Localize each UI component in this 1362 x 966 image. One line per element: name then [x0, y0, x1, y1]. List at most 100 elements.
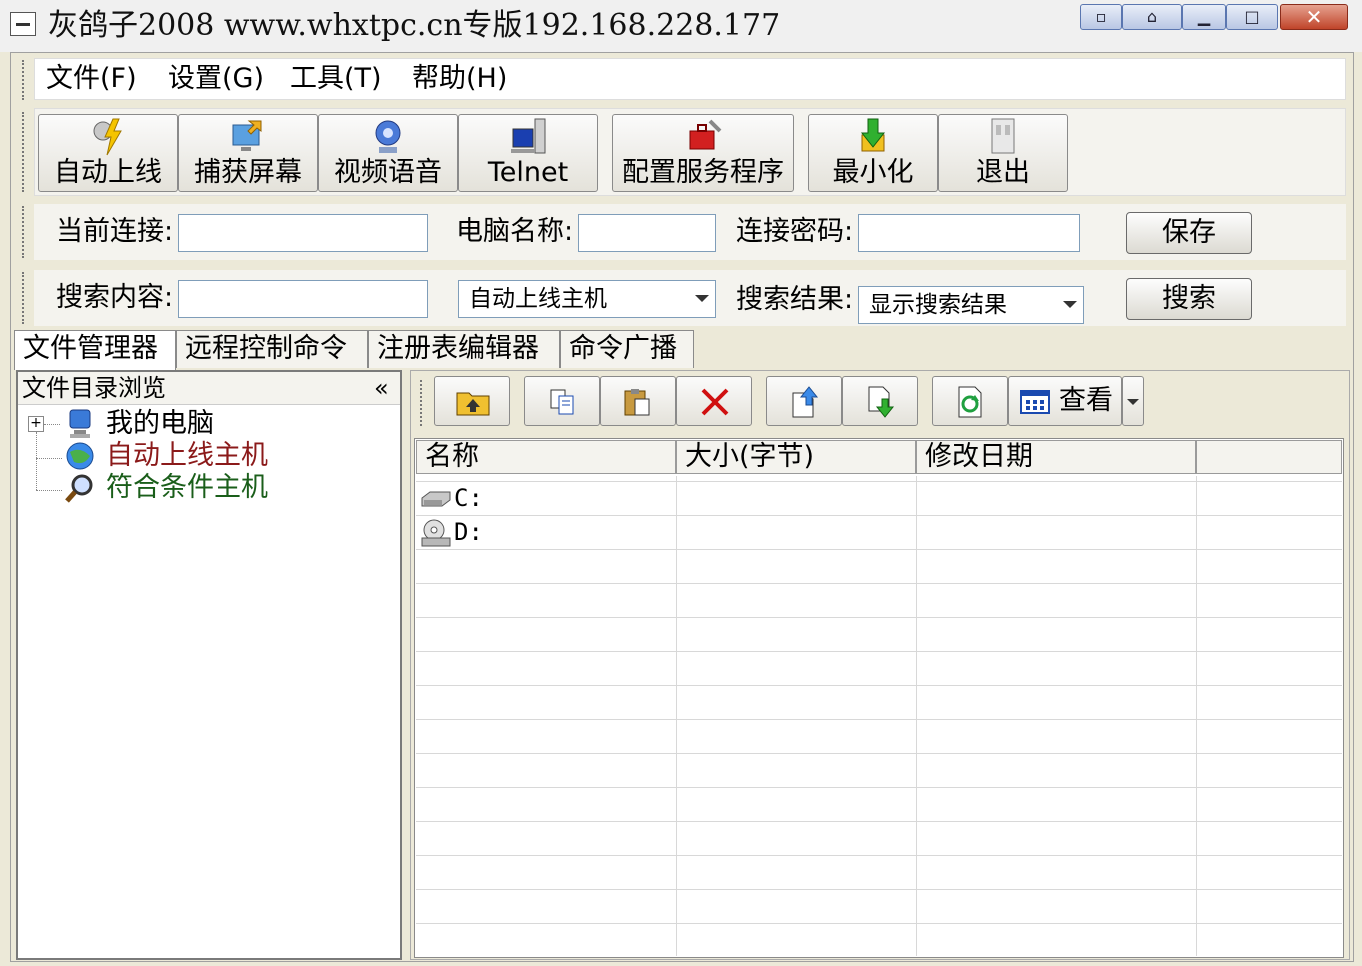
- search-content-label: 搜索内容:: [56, 282, 174, 313]
- tab-remote-control[interactable]: 远程控制命令: [176, 330, 368, 368]
- column-header-modified[interactable]: 修改日期: [916, 440, 1196, 474]
- column-header-empty[interactable]: [1196, 440, 1342, 474]
- search-scope-dropdown[interactable]: 自动上线主机: [458, 280, 716, 318]
- view-button[interactable]: 查看: [1008, 376, 1122, 426]
- chevron-down-icon: [1063, 301, 1077, 308]
- menubar-grip[interactable]: [22, 60, 28, 100]
- tab-file-manager[interactable]: 文件管理器: [14, 330, 176, 370]
- tree-item-auto-online-hosts[interactable]: 自动上线主机: [106, 440, 268, 472]
- maximize-button[interactable]: □: [1226, 4, 1278, 30]
- toolbox-icon: [689, 119, 722, 150]
- drive-label: C:: [454, 484, 483, 512]
- delete-icon: [701, 388, 729, 416]
- chevron-down-icon: [695, 295, 709, 302]
- row-divider: [416, 617, 1342, 618]
- menu-file[interactable]: 文件(F): [46, 62, 137, 96]
- row-divider: [416, 719, 1342, 720]
- rollup-icon[interactable]: ⌂: [1122, 4, 1182, 30]
- current-connection-label: 当前连接:: [56, 216, 174, 247]
- close-button[interactable]: ✕: [1280, 4, 1348, 30]
- upload-icon: [792, 386, 819, 418]
- search-result-label: 搜索结果:: [736, 284, 854, 315]
- search-scope-value: 自动上线主机: [469, 286, 607, 312]
- file-toolbar-grip[interactable]: [420, 380, 426, 426]
- telnet-button[interactable]: Telnet: [458, 114, 598, 192]
- refresh-icon: [958, 386, 982, 418]
- parent-folder-button[interactable]: [434, 376, 510, 426]
- tree-connector: [36, 490, 62, 491]
- system-menu-icon[interactable]: [10, 12, 36, 36]
- tree-header-title: 文件目录浏览: [22, 374, 166, 402]
- search-row-grip[interactable]: [22, 272, 28, 324]
- telnet-label: Telnet: [487, 157, 569, 188]
- table-row[interactable]: D:: [416, 516, 1342, 549]
- collapse-icon[interactable]: «: [374, 372, 389, 404]
- exit-button[interactable]: 退出: [938, 114, 1068, 192]
- download-icon: [868, 386, 895, 418]
- drive-label: D:: [454, 518, 483, 546]
- password-field[interactable]: [858, 214, 1080, 252]
- capture-screen-button[interactable]: 捕获屏幕: [178, 114, 318, 192]
- tab-registry-editor[interactable]: 注册表编辑器: [368, 330, 560, 368]
- search-result-dropdown[interactable]: 显示搜索结果: [858, 286, 1084, 324]
- row-divider: [416, 549, 1342, 550]
- paste-button[interactable]: [600, 376, 676, 426]
- column-header-size[interactable]: 大小(字节): [676, 440, 916, 474]
- folder-up-icon: [456, 392, 490, 416]
- my-computer-icon: [69, 409, 91, 438]
- tree-connector: [36, 432, 37, 490]
- video-voice-button[interactable]: 视频语音: [318, 114, 458, 192]
- window-title: 灰鸽子2008 www.whxtpc.cn专版192.168.228.177: [48, 8, 781, 43]
- pc-name-field[interactable]: [578, 214, 716, 252]
- copy-button[interactable]: [524, 376, 600, 426]
- row-divider: [416, 923, 1342, 924]
- save-button[interactable]: 保存: [1126, 212, 1252, 254]
- minimize-to-tray-button[interactable]: 最小化: [808, 114, 938, 192]
- view-grid-icon: [1020, 390, 1050, 414]
- menu-help[interactable]: 帮助(H): [412, 62, 507, 96]
- menu-settings[interactable]: 设置(G): [168, 62, 264, 96]
- view-dropdown-button[interactable]: [1122, 376, 1144, 426]
- password-label: 连接密码:: [736, 216, 854, 247]
- delete-button[interactable]: [676, 376, 752, 426]
- pc-name-label: 电脑名称:: [456, 216, 574, 247]
- table-row[interactable]: C:: [416, 482, 1342, 515]
- video-voice-label: 视频语音: [334, 157, 442, 188]
- tree-connector: [44, 424, 60, 425]
- config-server-button[interactable]: 配置服务程序: [612, 114, 794, 192]
- exit-label: 退出: [976, 157, 1030, 188]
- webcam-icon: [375, 120, 401, 153]
- view-label: 查看: [1059, 385, 1113, 416]
- tab-command-broadcast[interactable]: 命令广播: [560, 330, 694, 368]
- minimize-label: 最小化: [832, 157, 914, 188]
- door-exit-icon: [991, 118, 1015, 154]
- globe-icon: [66, 442, 94, 470]
- custom-minimize-icon[interactable]: ▫: [1080, 4, 1122, 30]
- upload-button[interactable]: [766, 376, 842, 426]
- search-button[interactable]: 搜索: [1126, 278, 1252, 320]
- down-arrow-box-icon: [860, 118, 886, 152]
- magnifier-icon: [65, 474, 93, 503]
- tree-item-matching-hosts[interactable]: 符合条件主机: [106, 472, 268, 504]
- search-content-field[interactable]: [178, 280, 428, 318]
- tree-item-my-computer[interactable]: 我的电脑: [106, 408, 214, 440]
- hard-drive-icon: [421, 491, 451, 507]
- connection-row-grip[interactable]: [22, 206, 28, 258]
- toolbar-grip[interactable]: [22, 112, 28, 192]
- minimize-button[interactable]: ▁: [1182, 4, 1226, 30]
- column-header-name[interactable]: 名称: [416, 440, 676, 474]
- expand-icon[interactable]: +: [28, 416, 44, 432]
- monitor-capture-icon: [232, 120, 262, 151]
- current-connection-field[interactable]: [178, 214, 428, 252]
- auto-online-button[interactable]: 自动上线: [38, 114, 178, 192]
- refresh-button[interactable]: [932, 376, 1008, 426]
- lightning-dish-icon: [93, 118, 122, 156]
- row-divider: [416, 855, 1342, 856]
- tree-connector: [36, 458, 62, 459]
- menu-tools[interactable]: 工具(T): [290, 62, 382, 96]
- download-button[interactable]: [842, 376, 918, 426]
- terminal-computer-icon: [511, 118, 546, 154]
- row-divider: [416, 753, 1342, 754]
- row-divider: [416, 583, 1342, 584]
- row-divider: [416, 685, 1342, 686]
